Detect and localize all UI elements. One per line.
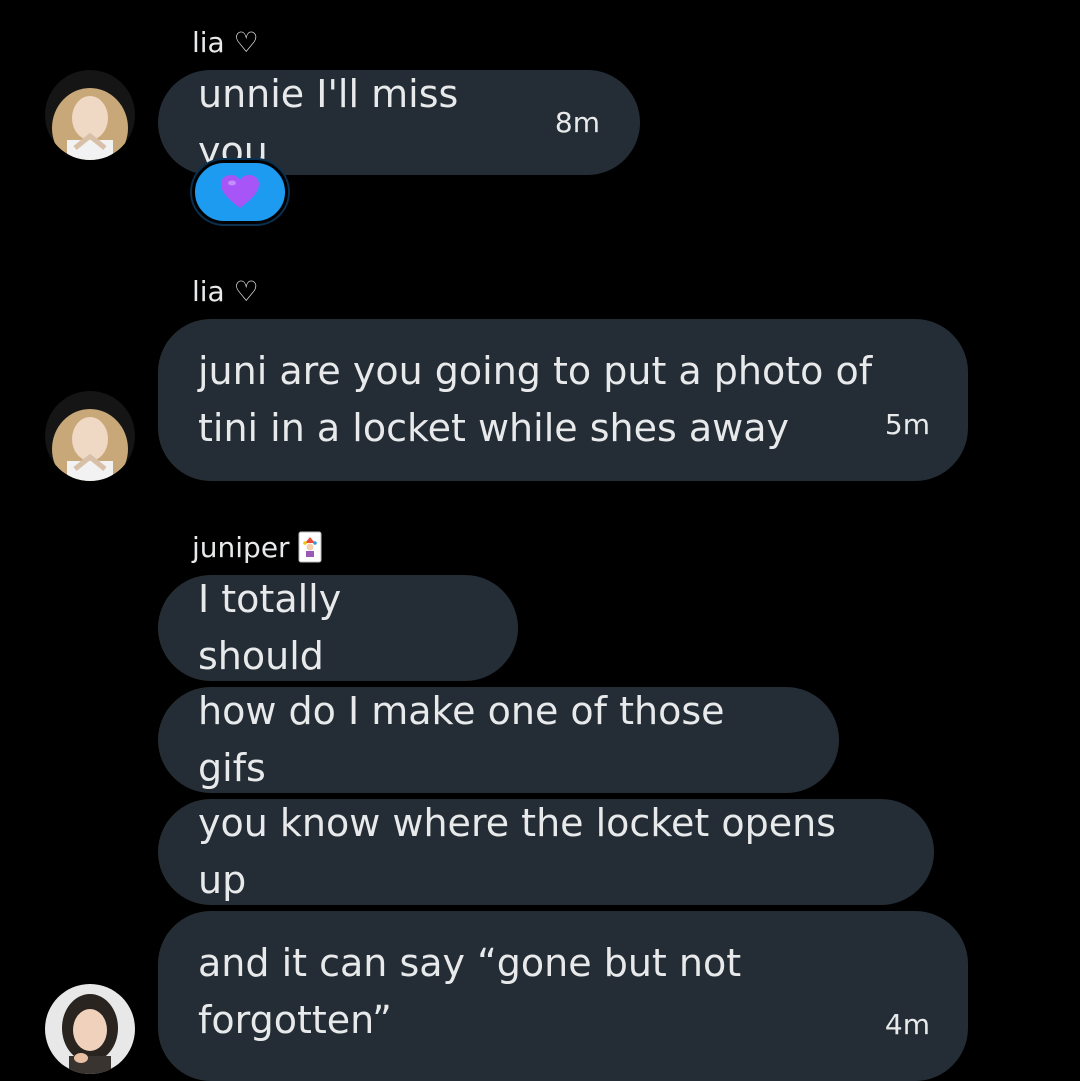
- message-text: juni are you going to put a photo of tin…: [198, 343, 928, 457]
- avatar-lia-image: [45, 70, 135, 160]
- message-text: how do I make one of those gifs: [198, 689, 725, 790]
- message-time: 8m: [554, 106, 600, 139]
- message-text: you know where the locket opens up: [198, 801, 836, 902]
- sender-label: juniper: [192, 530, 290, 564]
- message-text: I totally should: [198, 577, 342, 678]
- avatar[interactable]: [45, 984, 135, 1074]
- message-bubble[interactable]: how do I make one of those gifs: [158, 687, 839, 793]
- message-line: tini in a locket while shes away: [198, 406, 789, 450]
- sender-name: juniper: [192, 527, 322, 567]
- message-time: 5m: [884, 408, 930, 441]
- message-bubble[interactable]: and it can say “gone but not forgotten” …: [158, 911, 968, 1081]
- message-bubble[interactable]: I totally should: [158, 575, 518, 681]
- avatar-juniper-image: [45, 984, 135, 1074]
- joker-card-icon: [298, 531, 322, 563]
- avatar[interactable]: [45, 391, 135, 481]
- message-bubble[interactable]: juni are you going to put a photo of tin…: [158, 319, 968, 481]
- message-text: and it can say “gone but not forgotten”: [198, 935, 928, 1049]
- avatar-lia-image: [45, 391, 135, 481]
- message-line: and it can say “gone but not: [198, 941, 742, 985]
- message-line: forgotten”: [198, 998, 392, 1042]
- message-line: juni are you going to put a photo of: [198, 349, 873, 393]
- reaction-badge[interactable]: [192, 160, 288, 224]
- purple-heart-icon: [221, 175, 259, 208]
- message-time: 4m: [884, 1008, 930, 1041]
- sender-label: lia ♡: [192, 274, 259, 308]
- sender-name: lia ♡: [192, 271, 259, 311]
- sender-name: lia ♡: [192, 22, 259, 62]
- message-bubble[interactable]: you know where the locket opens up: [158, 799, 934, 905]
- avatar[interactable]: [45, 70, 135, 160]
- sender-label: lia ♡: [192, 25, 259, 59]
